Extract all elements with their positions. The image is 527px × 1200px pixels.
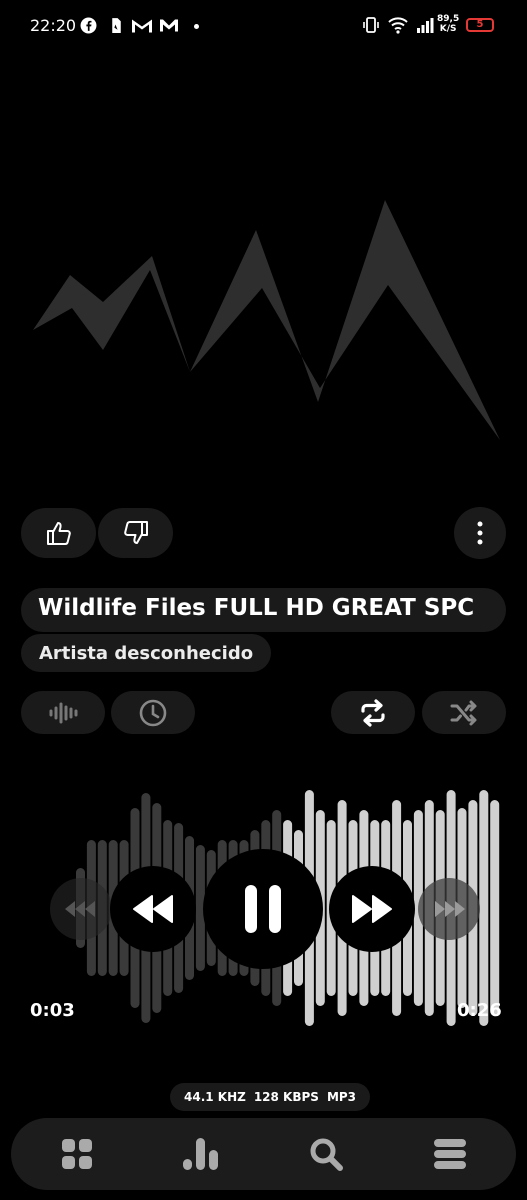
- status-time: 22:20: [30, 16, 77, 35]
- nav-search-button[interactable]: [276, 1118, 376, 1190]
- waveform-bar: [490, 800, 500, 1016]
- artist-button[interactable]: Artista desconhecido: [21, 634, 272, 672]
- facebook-icon: [80, 17, 97, 34]
- sleep-timer-button[interactable]: [111, 691, 195, 734]
- menu-icon: [434, 1139, 466, 1169]
- audio-info-badge: 44.1 KHZ 128 KBPS MP3: [170, 1083, 371, 1111]
- nav-menu-button[interactable]: [400, 1118, 500, 1190]
- network-speed-unit: K/S: [439, 24, 457, 34]
- triple-rewind-icon: [65, 901, 95, 917]
- shuffle-button[interactable]: [422, 691, 506, 734]
- previous-album-button[interactable]: [50, 878, 112, 940]
- shuffle-icon: [450, 700, 477, 725]
- rewind-icon: [133, 895, 173, 923]
- track-title: Wildlife Files FULL HD GREAT SPC: [38, 595, 475, 621]
- clock-icon: [139, 699, 167, 726]
- mail-icon: [160, 19, 178, 32]
- fast-forward-button[interactable]: [329, 866, 415, 952]
- pause-button[interactable]: [203, 849, 323, 969]
- thumbs-up-icon: [46, 522, 71, 545]
- bar-chart-icon: [183, 1138, 218, 1170]
- repeat-button[interactable]: [331, 691, 415, 734]
- repeat-icon: [361, 698, 385, 727]
- dislike-button[interactable]: [98, 508, 173, 558]
- file-format: MP3: [326, 1090, 357, 1104]
- network-speed-value: 89,5: [437, 14, 460, 24]
- nav-stats-button[interactable]: [151, 1118, 251, 1190]
- app-icon: [112, 18, 121, 33]
- artist-name: Artista desconhecido: [39, 642, 254, 664]
- vibrate-icon: [363, 17, 379, 33]
- network-speed: 89,5 K/S: [437, 14, 459, 34]
- visualizer-button[interactable]: [21, 691, 105, 734]
- waveform-icon: [49, 702, 78, 723]
- more-vertical-icon: [477, 521, 483, 545]
- signal-icon: [417, 18, 434, 33]
- notification-dot: [194, 24, 199, 29]
- elapsed-time: 0:03: [30, 1000, 75, 1021]
- rewind-button[interactable]: [110, 866, 196, 952]
- battery-level: 5: [476, 19, 484, 30]
- bitrate: 128 KBPS: [253, 1090, 319, 1104]
- fast-forward-icon: [352, 895, 392, 923]
- gmail-icon: [132, 19, 152, 33]
- wifi-icon: [388, 17, 408, 34]
- more-options-button[interactable]: [454, 507, 506, 559]
- track-title-container: Wildlife Files FULL HD GREAT SPC: [21, 588, 506, 632]
- grid-icon: [62, 1139, 92, 1169]
- triple-forward-icon: [435, 901, 465, 917]
- sample-rate: 44.1 KHZ: [184, 1090, 246, 1104]
- status-bar: 22:20 89,5 K/S 5: [0, 0, 527, 54]
- search-icon: [310, 1138, 343, 1171]
- battery-indicator: 5: [466, 18, 494, 32]
- pause-icon: [245, 885, 281, 933]
- next-album-button[interactable]: [418, 878, 480, 940]
- bottom-navigation: [11, 1118, 516, 1190]
- waveform-bar: [479, 790, 489, 1026]
- total-duration: 0:26: [457, 1000, 502, 1021]
- album-art: [33, 200, 500, 440]
- thumbs-down-icon: [123, 521, 148, 544]
- nav-library-button[interactable]: [27, 1118, 127, 1190]
- like-button[interactable]: [21, 508, 96, 558]
